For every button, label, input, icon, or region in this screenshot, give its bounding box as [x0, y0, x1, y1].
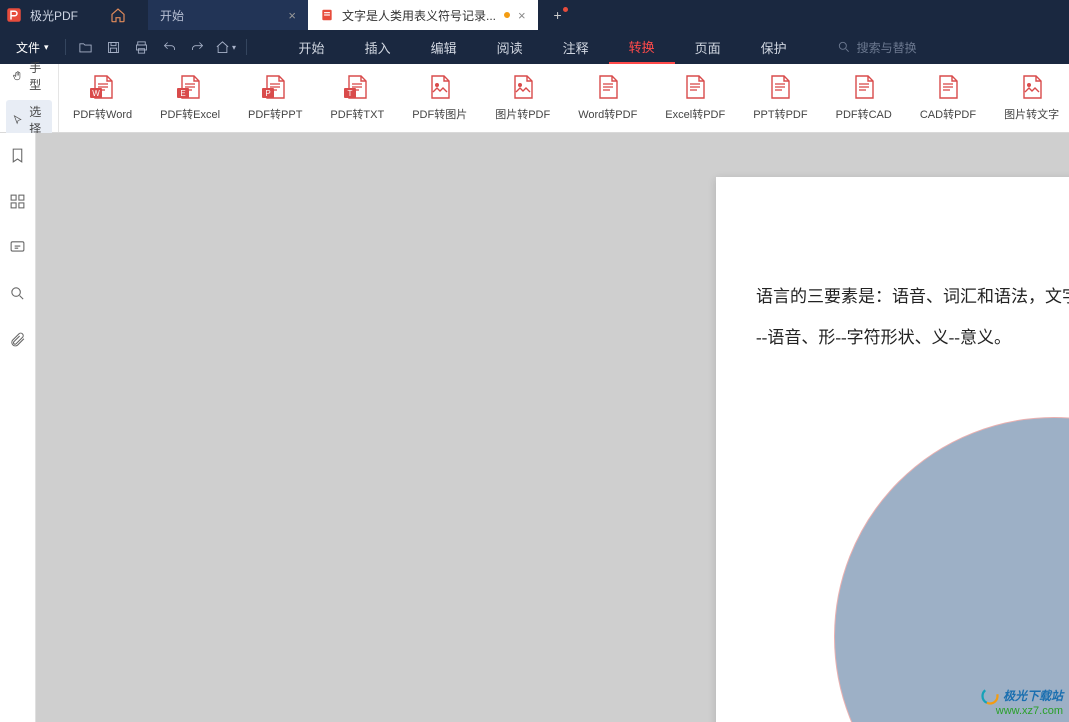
search-icon — [837, 40, 851, 54]
file-menu[interactable]: 文件 ▾ — [6, 39, 59, 56]
ribbon-PDF转Word[interactable]: W PDF转Word — [59, 64, 146, 132]
document-text-line1: 语言的三要素是：语音、词汇和语法，文字的 — [756, 277, 1069, 318]
unsaved-dot-icon — [504, 12, 510, 18]
menu-item-转换[interactable]: 转换 — [609, 30, 675, 64]
svg-text:P: P — [266, 89, 271, 98]
notification-dot-icon — [563, 7, 568, 12]
ribbon-label: 图片转PDF — [495, 106, 550, 122]
watermark: 极光下载站 www.xz7.com — [981, 687, 1063, 718]
plus-icon: + — [554, 7, 562, 23]
file-menu-label: 文件 — [16, 39, 40, 56]
cursor-icon — [12, 112, 23, 128]
ribbon-PDF转图片[interactable]: PDF转图片 — [398, 64, 481, 132]
bookmark-icon[interactable] — [9, 147, 26, 169]
ribbon-label: PDF转CAD — [836, 106, 892, 122]
menu-item-开始[interactable]: 开始 — [279, 30, 345, 64]
chevron-down-icon: ▾ — [44, 42, 49, 53]
ribbon-CAD转PDF[interactable]: CAD转PDF — [906, 64, 990, 132]
tab-document-close-icon[interactable]: × — [518, 8, 526, 23]
ribbon-label: PPT转PDF — [753, 106, 807, 122]
redo-icon[interactable] — [184, 30, 212, 64]
home-icon[interactable]: ▾ — [212, 30, 240, 64]
ribbon-PDF转Excel[interactable]: E PDF转Excel — [146, 64, 234, 132]
ribbon-Word转PDF[interactable]: Word转PDF — [564, 64, 651, 132]
ribbon-label: PDF转Excel — [160, 106, 220, 122]
comments-icon[interactable] — [9, 239, 26, 261]
ribbon-PDF转CAD[interactable]: PDF转CAD — [822, 64, 906, 132]
thumbnails-icon[interactable] — [9, 193, 26, 215]
ribbon-label: PDF转PPT — [248, 106, 302, 122]
svg-text:T: T — [348, 89, 353, 98]
blue-circle-shape — [834, 417, 1069, 722]
ribbon-label: PDF转TXT — [330, 106, 384, 122]
menu-item-保护[interactable]: 保护 — [741, 30, 807, 64]
svg-text:W: W — [92, 89, 100, 98]
svg-text:E: E — [180, 89, 185, 98]
app-name: 极光PDF — [28, 0, 88, 30]
ribbon-items: W PDF转Word E PDF转Excel P PDF转PPT T PDF转TXT PDF转图… — [59, 64, 1069, 132]
tab-document[interactable]: 文字是人类用表义符号记录... × — [308, 0, 538, 30]
search-box[interactable]: 搜索与替换 — [837, 39, 917, 56]
attachments-icon[interactable] — [9, 331, 26, 353]
menu-item-阅读[interactable]: 阅读 — [477, 30, 543, 64]
ribbon-PDF转TXT[interactable]: T PDF转TXT — [316, 64, 398, 132]
tab-start-label: 开始 — [160, 7, 184, 24]
document-text-line2: --语音、形--字符形状、义--意义。 — [756, 318, 1069, 359]
ribbon-PPT转PDF[interactable]: PPT转PDF — [739, 64, 821, 132]
app-logo — [0, 0, 28, 30]
select-tool-label: 选择 — [29, 103, 46, 137]
menubar: 文件 ▾ ▾ 开始插入编辑阅读注释转换页面保护 搜索与替换 — [0, 30, 1069, 64]
left-sidebar — [0, 133, 36, 722]
separator — [65, 39, 66, 55]
ribbon-label: Excel转PDF — [665, 106, 725, 122]
separator — [246, 39, 247, 55]
search-panel-icon[interactable] — [9, 285, 26, 307]
watermark-text1: 极光下载站 — [1003, 689, 1063, 703]
ribbon-label: PDF转图片 — [412, 106, 467, 122]
menu-item-插入[interactable]: 插入 — [345, 30, 411, 64]
hand-tool-button[interactable]: 手型 — [6, 56, 52, 96]
document-canvas[interactable]: 语言的三要素是：语音、词汇和语法，文字的 --语音、形--字符形状、义--意义。… — [36, 133, 1069, 722]
tab-home[interactable] — [88, 0, 148, 30]
search-placeholder: 搜索与替换 — [857, 39, 917, 56]
ribbon-label: PDF转Word — [73, 106, 132, 122]
ribbon-label: Word转PDF — [578, 106, 637, 122]
new-tab-button[interactable]: + — [538, 0, 578, 30]
tab-start[interactable]: 开始 × — [148, 0, 308, 30]
save-icon[interactable] — [100, 30, 128, 64]
ribbon-label: 图片转文字 — [1004, 106, 1059, 122]
ribbon-label: CAD转PDF — [920, 106, 976, 122]
ribbon-图片转PDF[interactable]: 图片转PDF — [481, 64, 564, 132]
ribbon: 手型 选择 W PDF转Word E PDF转Excel P PDF转PPT T PDF转TX… — [0, 64, 1069, 133]
menu-item-注释[interactable]: 注释 — [543, 30, 609, 64]
watermark-logo-icon — [981, 687, 999, 705]
titlebar: 极光PDF 开始 × 文字是人类用表义符号记录... × + — [0, 0, 1069, 30]
pdf-page: 语言的三要素是：语音、词汇和语法，文字的 --语音、形--字符形状、义--意义。 — [716, 177, 1069, 722]
hand-icon — [12, 68, 23, 84]
hand-tool-label: 手型 — [29, 59, 46, 93]
watermark-text2: www.xz7.com — [981, 705, 1063, 718]
ribbon-PDF转PPT[interactable]: P PDF转PPT — [234, 64, 316, 132]
undo-icon[interactable] — [156, 30, 184, 64]
tab-document-label: 文字是人类用表义符号记录... — [342, 7, 496, 24]
ribbon-图片转文字[interactable]: 图片转文字 — [990, 64, 1069, 132]
ribbon-Excel转PDF[interactable]: Excel转PDF — [651, 64, 739, 132]
menu-item-页面[interactable]: 页面 — [675, 30, 741, 64]
pdf-doc-icon — [320, 8, 334, 22]
tool-modes: 手型 选择 — [0, 64, 59, 132]
menu-item-编辑[interactable]: 编辑 — [411, 30, 477, 64]
print-icon[interactable] — [128, 30, 156, 64]
workspace: 语言的三要素是：语音、词汇和语法，文字的 --语音、形--字符形状、义--意义。… — [0, 133, 1069, 722]
tab-start-close-icon[interactable]: × — [288, 8, 296, 23]
open-icon[interactable] — [72, 30, 100, 64]
